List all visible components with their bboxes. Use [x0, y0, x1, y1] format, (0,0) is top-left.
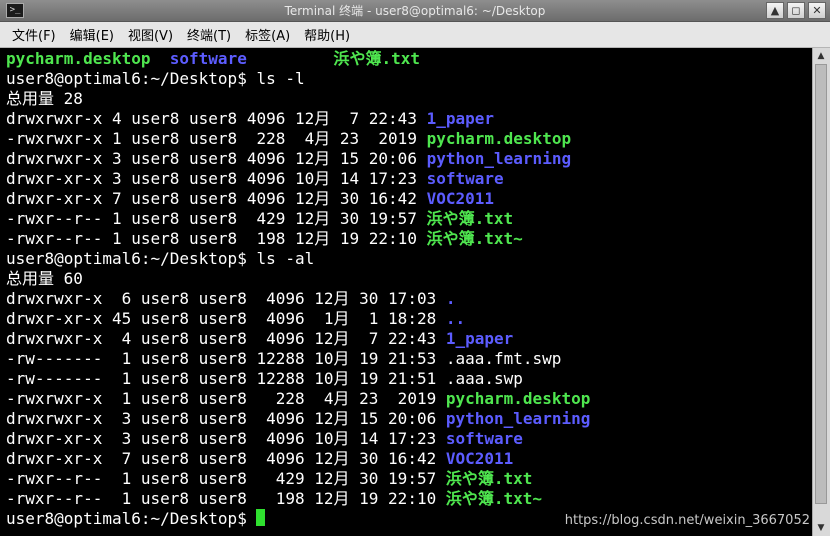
terminal-text: software — [426, 169, 504, 188]
terminal-line: user8@optimal6:~/Desktop$ ls -al — [6, 249, 314, 269]
terminal-line: -rwxr--r-- 1 user8 user8 429 12月 30 19:5… — [6, 469, 532, 489]
terminal-text: pycharm.desktop — [426, 129, 572, 148]
terminal-text: python_learning — [445, 409, 591, 428]
terminal-line: -rw------- 1 user8 user8 12288 10月 19 21… — [6, 369, 523, 389]
terminal-text: drwxrwxr-x 4 user8 user8 4096 12月 7 22:4… — [6, 329, 446, 348]
terminal-text: drwxr-xr-x 45 user8 user8 4096 1月 1 18:2… — [6, 309, 446, 328]
terminal-line: drwxrwxr-x 3 user8 user8 4096 12月 15 20:… — [6, 149, 571, 169]
terminal-text: 总用量 60 — [6, 269, 83, 288]
terminal-line: -rwxrwxr-x 1 user8 user8 228 4月 23 2019 … — [6, 129, 571, 149]
terminal-line: drwxrwxr-x 3 user8 user8 4096 12月 15 20:… — [6, 409, 590, 429]
terminal-line: drwxrwxr-x 4 user8 user8 4096 12月 7 22:4… — [6, 109, 494, 129]
terminal-line: drwxr-xr-x 7 user8 user8 4096 12月 30 16:… — [6, 189, 494, 209]
window-titlebar[interactable]: >_ Terminal 终端 - user8@optimal6: ~/Deskt… — [0, 0, 830, 22]
window-title: Terminal 终端 - user8@optimal6: ~/Desktop — [284, 4, 546, 18]
terminal-text: drwxr-xr-x 7 user8 user8 4096 12月 30 16:… — [6, 449, 446, 468]
terminal-text: drwxrwxr-x 3 user8 user8 4096 12月 15 20:… — [6, 409, 446, 428]
menu-help[interactable]: 帮助(H) — [304, 25, 350, 44]
terminal-text: -rwxr--r-- 1 user8 user8 198 12月 19 22:1… — [6, 229, 427, 248]
terminal-text: 浜や簿.txt~ — [445, 489, 543, 508]
terminal-text: drwxrwxr-x 6 user8 user8 4096 12月 30 17:… — [6, 289, 446, 308]
terminal-text: pycharm.desktop — [6, 49, 151, 68]
terminal-line: -rwxrwxr-x 1 user8 user8 228 4月 23 2019 … — [6, 389, 590, 409]
terminal-line: drwxr-xr-x 7 user8 user8 4096 12月 30 16:… — [6, 449, 513, 469]
terminal-text: -rwxrwxr-x 1 user8 user8 228 4月 23 2019 — [6, 129, 427, 148]
menu-view[interactable]: 视图(V) — [128, 25, 173, 44]
terminal-line: 总用量 28 — [6, 89, 83, 109]
terminal-text: VOC2011 — [445, 449, 514, 468]
terminal-text: 浜や簿.txt — [426, 209, 514, 228]
terminal-text: -rwxr--r-- 1 user8 user8 429 12月 30 19:5… — [6, 209, 427, 228]
terminal-text: 1_paper — [445, 329, 514, 348]
close-button[interactable]: ✕ — [808, 2, 826, 19]
terminal-text: drwxr-xr-x 3 user8 user8 4096 10月 14 17:… — [6, 429, 446, 448]
shade-button[interactable]: ▲ — [766, 2, 784, 19]
terminal-line: drwxr-xr-x 3 user8 user8 4096 10月 14 17:… — [6, 169, 504, 189]
terminal-output[interactable]: pycharm.desktop software 浜や簿.txt user8@op… — [0, 48, 812, 536]
terminal-text: -rwxr--r-- 1 user8 user8 198 12月 19 22:1… — [6, 489, 446, 508]
terminal-line: -rwxr--r-- 1 user8 user8 198 12月 19 22:1… — [6, 229, 523, 249]
terminal-text: pycharm.desktop — [445, 389, 591, 408]
terminal-line: user8@optimal6:~/Desktop$ — [6, 509, 266, 529]
terminal-line: drwxrwxr-x 6 user8 user8 4096 12月 30 17:… — [6, 289, 456, 309]
terminal-line: -rw------- 1 user8 user8 12288 10月 19 21… — [6, 349, 561, 369]
terminal-text: -rwxrwxr-x 1 user8 user8 228 4月 23 2019 — [6, 389, 446, 408]
terminal-scrollbar[interactable]: ▲ ▼ — [812, 48, 830, 536]
scrollbar-thumb[interactable] — [815, 64, 827, 504]
terminal-line: -rwxr--r-- 1 user8 user8 198 12月 19 22:1… — [6, 489, 542, 509]
terminal-line: drwxrwxr-x 4 user8 user8 4096 12月 7 22:4… — [6, 329, 513, 349]
terminal-cursor — [256, 509, 266, 526]
terminal-text: python_learning — [426, 149, 572, 168]
terminal-line: 总用量 60 — [6, 269, 83, 289]
terminal-text: . — [445, 289, 456, 308]
terminal-text: drwxr-xr-x 3 user8 user8 4096 10月 14 17:… — [6, 169, 427, 188]
terminal-text: software — [169, 49, 247, 68]
terminal-text: user8@optimal6:~/Desktop$ ls -al — [6, 249, 315, 268]
terminal-text: user8@optimal6:~/Desktop$ — [6, 509, 257, 528]
menu-tabs[interactable]: 标签(A) — [245, 25, 290, 44]
terminal-line: -rwxr--r-- 1 user8 user8 429 12月 30 19:5… — [6, 209, 513, 229]
scroll-up-arrow-icon[interactable]: ▲ — [815, 50, 827, 62]
scroll-down-arrow-icon[interactable]: ▼ — [815, 522, 827, 534]
terminal-text: VOC2011 — [426, 189, 495, 208]
restore-button[interactable]: ◻ — [787, 2, 805, 19]
terminal-line: user8@optimal6:~/Desktop$ ls -l — [6, 69, 305, 89]
terminal-text: software — [445, 429, 523, 448]
menu-terminal[interactable]: 终端(T) — [187, 25, 231, 44]
terminal-text: .. — [445, 309, 466, 328]
terminal-text: 总用量 28 — [6, 89, 83, 108]
terminal-text: 浜や簿.txt~ — [426, 229, 523, 248]
terminal-text: -rwxr--r-- 1 user8 user8 429 12月 30 19:5… — [6, 469, 446, 488]
terminal-text: -rw------- 1 user8 user8 12288 10月 19 21… — [6, 349, 562, 368]
terminal-text: drwxr-xr-x 7 user8 user8 4096 12月 30 16:… — [6, 189, 427, 208]
window-controls: ▲ ◻ ✕ — [766, 2, 826, 19]
terminal-text: -rw------- 1 user8 user8 12288 10月 19 21… — [6, 369, 523, 388]
terminal-line: drwxr-xr-x 45 user8 user8 4096 1月 1 18:2… — [6, 309, 465, 329]
menu-file[interactable]: 文件(F) — [12, 25, 56, 44]
terminal-text: user8@optimal6:~/Desktop$ ls -l — [6, 69, 305, 88]
terminal-text: 浜や簿.txt — [445, 469, 533, 488]
terminal-line: pycharm.desktop software 浜や簿.txt — [6, 49, 420, 69]
watermark: https://blog.csdn.net/weixin_3667052 — [564, 513, 810, 528]
terminal-line: drwxr-xr-x 3 user8 user8 4096 10月 14 17:… — [6, 429, 523, 449]
terminal-text: drwxrwxr-x 3 user8 user8 4096 12月 15 20:… — [6, 149, 427, 168]
terminal-text: 浜や簿.txt — [333, 49, 421, 68]
terminal-text: drwxrwxr-x 4 user8 user8 4096 12月 7 22:4… — [6, 109, 427, 128]
terminal-text: 1_paper — [426, 109, 495, 128]
menu-edit[interactable]: 编辑(E) — [70, 25, 114, 44]
menu-bar: 文件(F) 编辑(E) 视图(V) 终端(T) 标签(A) 帮助(H) — [0, 22, 830, 48]
